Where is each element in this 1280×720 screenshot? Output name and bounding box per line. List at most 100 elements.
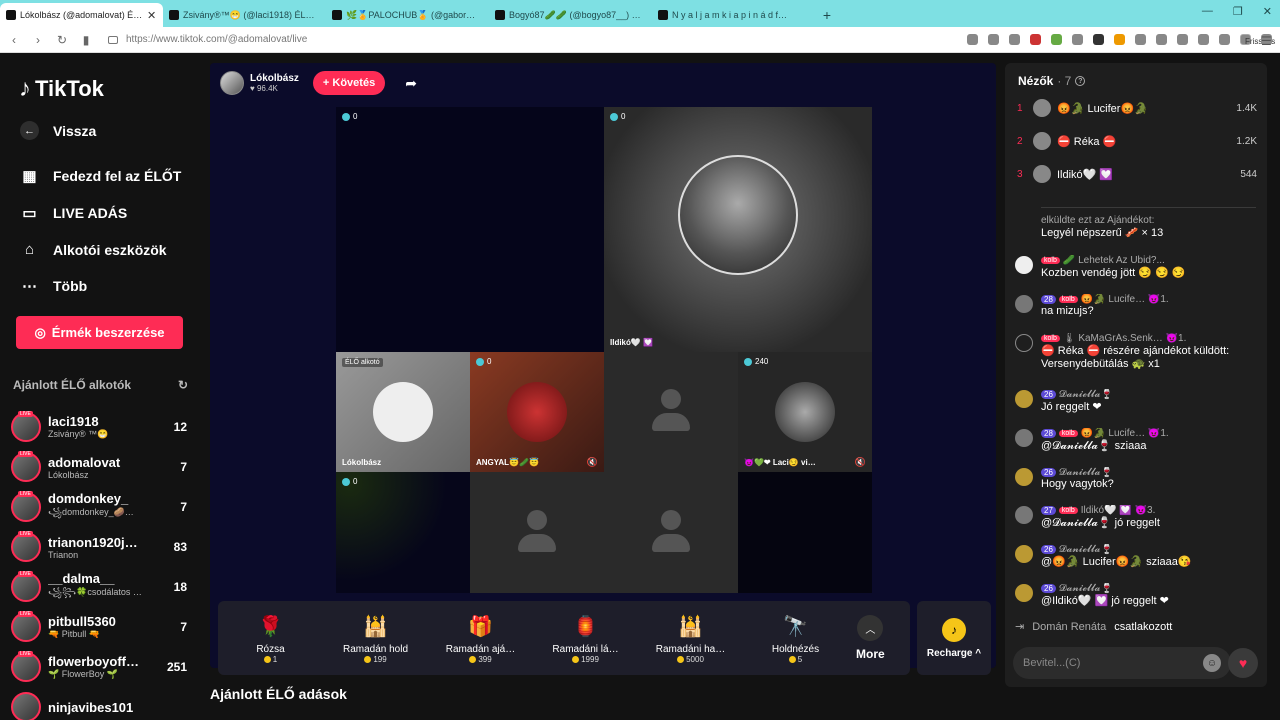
follow-button[interactable]: + Követés xyxy=(312,71,386,95)
close-tab-icon[interactable]: ✕ xyxy=(147,9,157,22)
recharge-button[interactable]: ♪ Recharge ^ xyxy=(917,601,991,675)
media-icon[interactable] xyxy=(1156,34,1167,45)
translate-icon[interactable] xyxy=(967,34,978,45)
chat-input[interactable]: Bevitel...(C) ☺ xyxy=(1013,647,1231,679)
list-item[interactable]: LIVE domdonkey_ ꧁domdonkey_🥔… 7 xyxy=(11,487,191,527)
avatar[interactable] xyxy=(1015,429,1033,447)
browser-tab[interactable]: Bogyó87🥒🥒 (@bogyo87__) ÉLŐ a… xyxy=(489,3,652,27)
sidebar-item-live[interactable]: ▭ LIVE ADÁS xyxy=(20,203,127,222)
back-arrow-icon[interactable]: ‹ xyxy=(4,33,24,47)
forward-arrow-icon[interactable]: › xyxy=(28,33,48,47)
back-link[interactable]: ← Vissza xyxy=(20,121,96,140)
favorites-icon[interactable] xyxy=(1198,34,1209,45)
like-heart-button[interactable]: ♥ xyxy=(1228,648,1258,678)
list-item[interactable]: LIVE flowerboyoff… 🌱 FlowerBoy 🌱 251 xyxy=(11,647,191,687)
zoom-icon[interactable] xyxy=(988,34,999,45)
puzzle-icon[interactable] xyxy=(1135,34,1146,45)
browser-tab[interactable]: Lókolbász (@adomalovat) ÉL… ✕ xyxy=(0,3,163,27)
list-item[interactable]: ninjavibes101 xyxy=(11,687,191,720)
live-badge: LIVE xyxy=(18,451,33,457)
guest-cell[interactable] xyxy=(604,472,738,593)
gift-item[interactable]: 🎁 Ramadán ajá… 399 xyxy=(428,612,533,665)
close-window-icon[interactable]: ✕ xyxy=(1263,5,1272,18)
enter-icon: ⇥ xyxy=(1015,621,1025,633)
new-tab-button[interactable]: + xyxy=(815,3,839,27)
gift-item[interactable]: 🔭 Holdnézés 5 xyxy=(743,612,848,665)
top-viewer[interactable]: 3 Ildikó🤍 💟 544 xyxy=(1017,163,1257,185)
list-item[interactable]: LIVE trianon1920j… Trianon 83 xyxy=(11,527,191,567)
browser-tab[interactable]: 🌿🏅PALOCHUB🏅 (@gabor… xyxy=(326,3,489,27)
gift-item[interactable]: 🏮 Ramadáni lá… 1999 xyxy=(533,612,638,665)
avatar[interactable] xyxy=(1015,584,1033,602)
more-gifts-button[interactable]: ︿ More xyxy=(856,615,885,661)
chevron-up-icon: ︿ xyxy=(857,615,884,641)
avatar[interactable] xyxy=(1015,506,1033,524)
extension-icon[interactable] xyxy=(1093,34,1104,45)
help-icon[interactable]: ? xyxy=(1075,76,1086,86)
refresh-button[interactable]: Frissítés xyxy=(1240,34,1275,46)
refresh-icon[interactable]: ↻ xyxy=(178,378,188,392)
guest-cell[interactable] xyxy=(604,352,738,472)
list-item[interactable]: LIVE pitbull5360 🔫 Pitbull 🔫 7 xyxy=(11,607,191,647)
url-field[interactable]: https://www.tiktok.com/@adomalovat/live xyxy=(108,34,828,45)
gift-item[interactable]: 🌹 Rózsa 1 xyxy=(218,612,323,665)
extension-icon[interactable] xyxy=(1114,34,1125,45)
gift-item[interactable]: 🕌 Ramadán hold 199 xyxy=(323,612,428,665)
menu-icon[interactable]: ☰ xyxy=(1261,34,1272,48)
gift-item[interactable]: 🕌 Ramadáni ha… 5000 xyxy=(638,612,743,665)
top-viewer[interactable]: 2 ⛔ Réka ⛔ 1.2K xyxy=(1017,130,1257,152)
list-item[interactable]: LIVE adomalovat Lókolbász 7 xyxy=(11,447,191,487)
avatar[interactable] xyxy=(1015,468,1033,486)
sidebar-item-more[interactable]: ⋯ Több xyxy=(20,276,87,295)
guest-cell[interactable]: 0 xyxy=(336,472,470,593)
avatar: LIVE xyxy=(11,451,41,482)
shield-icon[interactable] xyxy=(1219,34,1230,45)
chat-message: 26 𝓓𝓪𝓷𝓲𝓮𝓵𝓵𝓪🍷 Jó reggelt ❤ xyxy=(1015,389,1260,413)
guest-cell[interactable]: 0 xyxy=(336,107,604,352)
emoji-icon[interactable]: ☺ xyxy=(1203,654,1221,672)
reload-icon[interactable]: ↻ xyxy=(52,33,72,47)
guest-cell[interactable]: 0 Ildikó🤍 💟 xyxy=(604,107,872,352)
browser-tab[interactable]: N y a l j a m k i a p i n á d f… xyxy=(652,3,815,27)
guest-cell[interactable]: 240 😈💚❤ Laci😏 vi… 🔇 xyxy=(738,352,872,472)
extension-icon[interactable] xyxy=(1030,34,1041,45)
minimize-icon[interactable]: — xyxy=(1202,5,1213,18)
left-sidebar: ♪ TikTok ← Vissza ▦ Fedezd fel az ÉLŐT ▭… xyxy=(0,53,208,720)
avatar[interactable] xyxy=(1015,295,1033,313)
guest-cell[interactable]: 0 ANGYAL😇🥒😇 🔇 xyxy=(470,352,604,472)
live-stream-area: Lókolbász ♥ 96.4K + Követés ➦ 0 0 Ildikó… xyxy=(210,63,996,675)
avatar: LIVE xyxy=(11,411,41,442)
avatar[interactable] xyxy=(1015,256,1033,274)
top-viewer[interactable]: 1 😡🐊 Lucifer😡🐊 1.4K xyxy=(1017,97,1257,119)
sidebar-icon[interactable] xyxy=(1177,34,1188,45)
list-item[interactable]: LIVE __dalma__ ꧁꧂🍀csodálatos … 18 xyxy=(11,567,191,607)
get-coins-button[interactable]: ◎ Érmék beszerzése xyxy=(16,316,183,349)
gift-icon xyxy=(1015,334,1033,352)
avatar[interactable] xyxy=(220,71,244,95)
guest-cell[interactable] xyxy=(470,472,604,593)
avatar[interactable] xyxy=(1015,390,1033,408)
guest-cell[interactable]: ÉLŐ alkotó Lókolbász xyxy=(336,352,470,472)
live-badge: LIVE xyxy=(18,611,33,617)
sidebar-item-explore-live[interactable]: ▦ Fedezd fel az ÉLŐT xyxy=(20,166,181,185)
avatar[interactable] xyxy=(1015,545,1033,563)
extension-icon[interactable] xyxy=(1072,34,1083,45)
share-arrow-icon[interactable]: ➦ xyxy=(405,75,417,92)
join-notice: ⇥ Domán Renáta csatlakozott xyxy=(1015,620,1173,634)
browser-tab[interactable]: Zsivány®™😁 (@laci1918) ÉLŐ adás xyxy=(163,3,326,27)
site-info-icon[interactable] xyxy=(108,35,118,44)
list-item[interactable]: LIVE laci1918 Zsivány® ™😁 12 xyxy=(11,407,191,447)
sidebar-item-creator-tools[interactable]: ⌂ Alkotói eszközök xyxy=(20,240,167,259)
chat-message: 28 kolb 😡🐊 Lucife… 😈1. na mizujs? xyxy=(1015,294,1260,317)
guest-cell[interactable] xyxy=(738,472,872,593)
mosque-icon: 🕌 xyxy=(678,615,703,638)
restore-icon[interactable]: ❐ xyxy=(1233,5,1243,18)
share-icon[interactable] xyxy=(1009,34,1020,45)
extension-icon[interactable] xyxy=(1051,34,1062,45)
main-content: Lókolbász ♥ 96.4K + Követés ➦ 0 0 Ildikó… xyxy=(208,53,998,720)
calendar-icon: ▦ xyxy=(22,167,37,185)
address-bar: ‹ › ↻ ▮ https://www.tiktok.com/@adomalov… xyxy=(0,27,1280,53)
bookmark-icon[interactable]: ▮ xyxy=(76,33,96,47)
tiktok-logo[interactable]: ♪ TikTok xyxy=(19,75,104,103)
browser-tab-bar: Lókolbász (@adomalovat) ÉL… ✕ Zsivány®™😁 … xyxy=(0,0,1280,27)
